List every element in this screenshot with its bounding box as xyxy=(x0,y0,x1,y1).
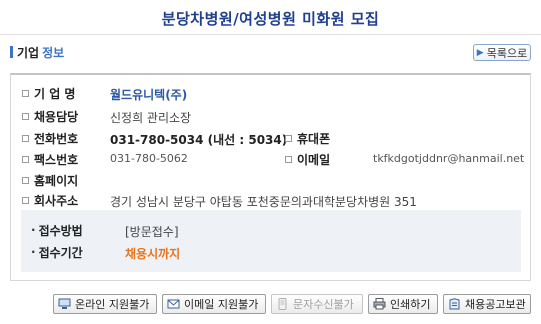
square-bullet-icon xyxy=(22,134,29,142)
reception-period-value: 채용시까지 xyxy=(125,247,181,261)
email-apply-button[interactable]: 이메일 지원불가 xyxy=(162,294,266,314)
square-bullet-icon xyxy=(22,89,29,97)
email-apply-label: 이메일 지원불가 xyxy=(184,298,259,311)
phone-label: 전화번호 xyxy=(34,131,79,146)
square-bullet-icon xyxy=(22,155,29,163)
computer-icon xyxy=(58,298,71,310)
save-job-post-button[interactable]: 채용공고보관 xyxy=(443,294,531,314)
company-info-panel: 기 업 명 월드유니텍(주) 채용담당 신정희 관리소장 전화번호 031-78… xyxy=(10,73,531,281)
fax-value: 031-780-5062 xyxy=(110,152,188,165)
section-header: 기업 정보 xyxy=(10,44,64,60)
arrow-right-icon: ▶ xyxy=(476,47,484,58)
dot-bullet-icon: · xyxy=(31,223,36,237)
company-name-row: 기 업 명 xyxy=(22,85,75,101)
print-label: 인쇄하기 xyxy=(390,298,431,311)
phone-row: 전화번호 xyxy=(22,130,78,146)
square-bullet-icon xyxy=(22,112,29,120)
address-label: 회사주소 xyxy=(34,193,79,208)
dot-bullet-icon: · xyxy=(31,245,36,259)
recruiter-row: 채용담당 xyxy=(22,108,78,124)
save-job-post-label: 채용공고보관 xyxy=(465,298,526,311)
section-label-part2: 정보 xyxy=(42,45,65,60)
email-row: 이메일 xyxy=(285,151,330,167)
homepage-label: 홈페이지 xyxy=(34,173,79,188)
company-name-value: 월드유니텍(주) xyxy=(110,88,188,102)
section-bullet-icon xyxy=(10,46,13,58)
address-value: 경기 성남시 분당구 야탑동 포천중문의과대학분당차병원 351 xyxy=(110,195,417,209)
section-label-part1: 기업 xyxy=(17,45,40,60)
mobile-label: 휴대폰 xyxy=(297,131,331,146)
square-bullet-icon xyxy=(285,134,292,142)
email-value: tkfkdgotjddnr@hanmail.net xyxy=(373,152,525,165)
fax-label: 팩스번호 xyxy=(34,152,79,167)
online-apply-label: 온라인 지원불가 xyxy=(75,298,150,311)
sms-receive-button[interactable]: 문자수신불가 xyxy=(271,294,363,314)
reception-box: · 접수방법 [방문접수] · 접수기간 채용시까지 xyxy=(21,210,521,272)
print-button[interactable]: 인쇄하기 xyxy=(368,294,438,314)
square-bullet-icon xyxy=(285,155,292,163)
email-icon xyxy=(167,298,180,310)
company-name-label: 기 업 명 xyxy=(34,86,76,101)
fax-row: 팩스번호 xyxy=(22,151,78,167)
email-label: 이메일 xyxy=(297,152,331,167)
page-title: 분당차병원/여성병원 미화원 모집 xyxy=(161,10,380,28)
mobile-row: 휴대폰 xyxy=(285,130,330,146)
phone-icon xyxy=(276,298,289,310)
online-apply-button[interactable]: 온라인 지원불가 xyxy=(53,294,157,314)
reception-period-label: 접수기간 xyxy=(38,245,83,260)
title-divider xyxy=(0,34,541,35)
reception-method-label: 접수방법 xyxy=(38,223,83,238)
print-icon xyxy=(373,298,386,310)
address-row: 회사주소 xyxy=(22,192,78,208)
sms-receive-label: 문자수신불가 xyxy=(293,298,354,311)
phone-value: 031-780-5034 (내선 : 5034) xyxy=(110,133,288,147)
save-icon xyxy=(448,298,461,310)
back-to-list-button[interactable]: ▶ 목록으로 xyxy=(473,44,531,61)
square-bullet-icon xyxy=(22,196,29,204)
reception-method-row: · 접수방법 xyxy=(31,222,83,238)
recruiter-label: 채용담당 xyxy=(34,109,79,124)
reception-method-value: [방문접수] xyxy=(125,225,179,239)
square-bullet-icon xyxy=(22,176,29,184)
homepage-row: 홈페이지 xyxy=(22,172,78,188)
action-toolbar: 온라인 지원불가 이메일 지원불가 문자수신불가 인쇄하기 채용공고보관 xyxy=(0,294,541,316)
recruiter-value: 신정희 관리소장 xyxy=(110,111,192,125)
reception-period-row: · 접수기간 xyxy=(31,244,83,260)
back-to-list-label: 목록으로 xyxy=(486,46,528,60)
